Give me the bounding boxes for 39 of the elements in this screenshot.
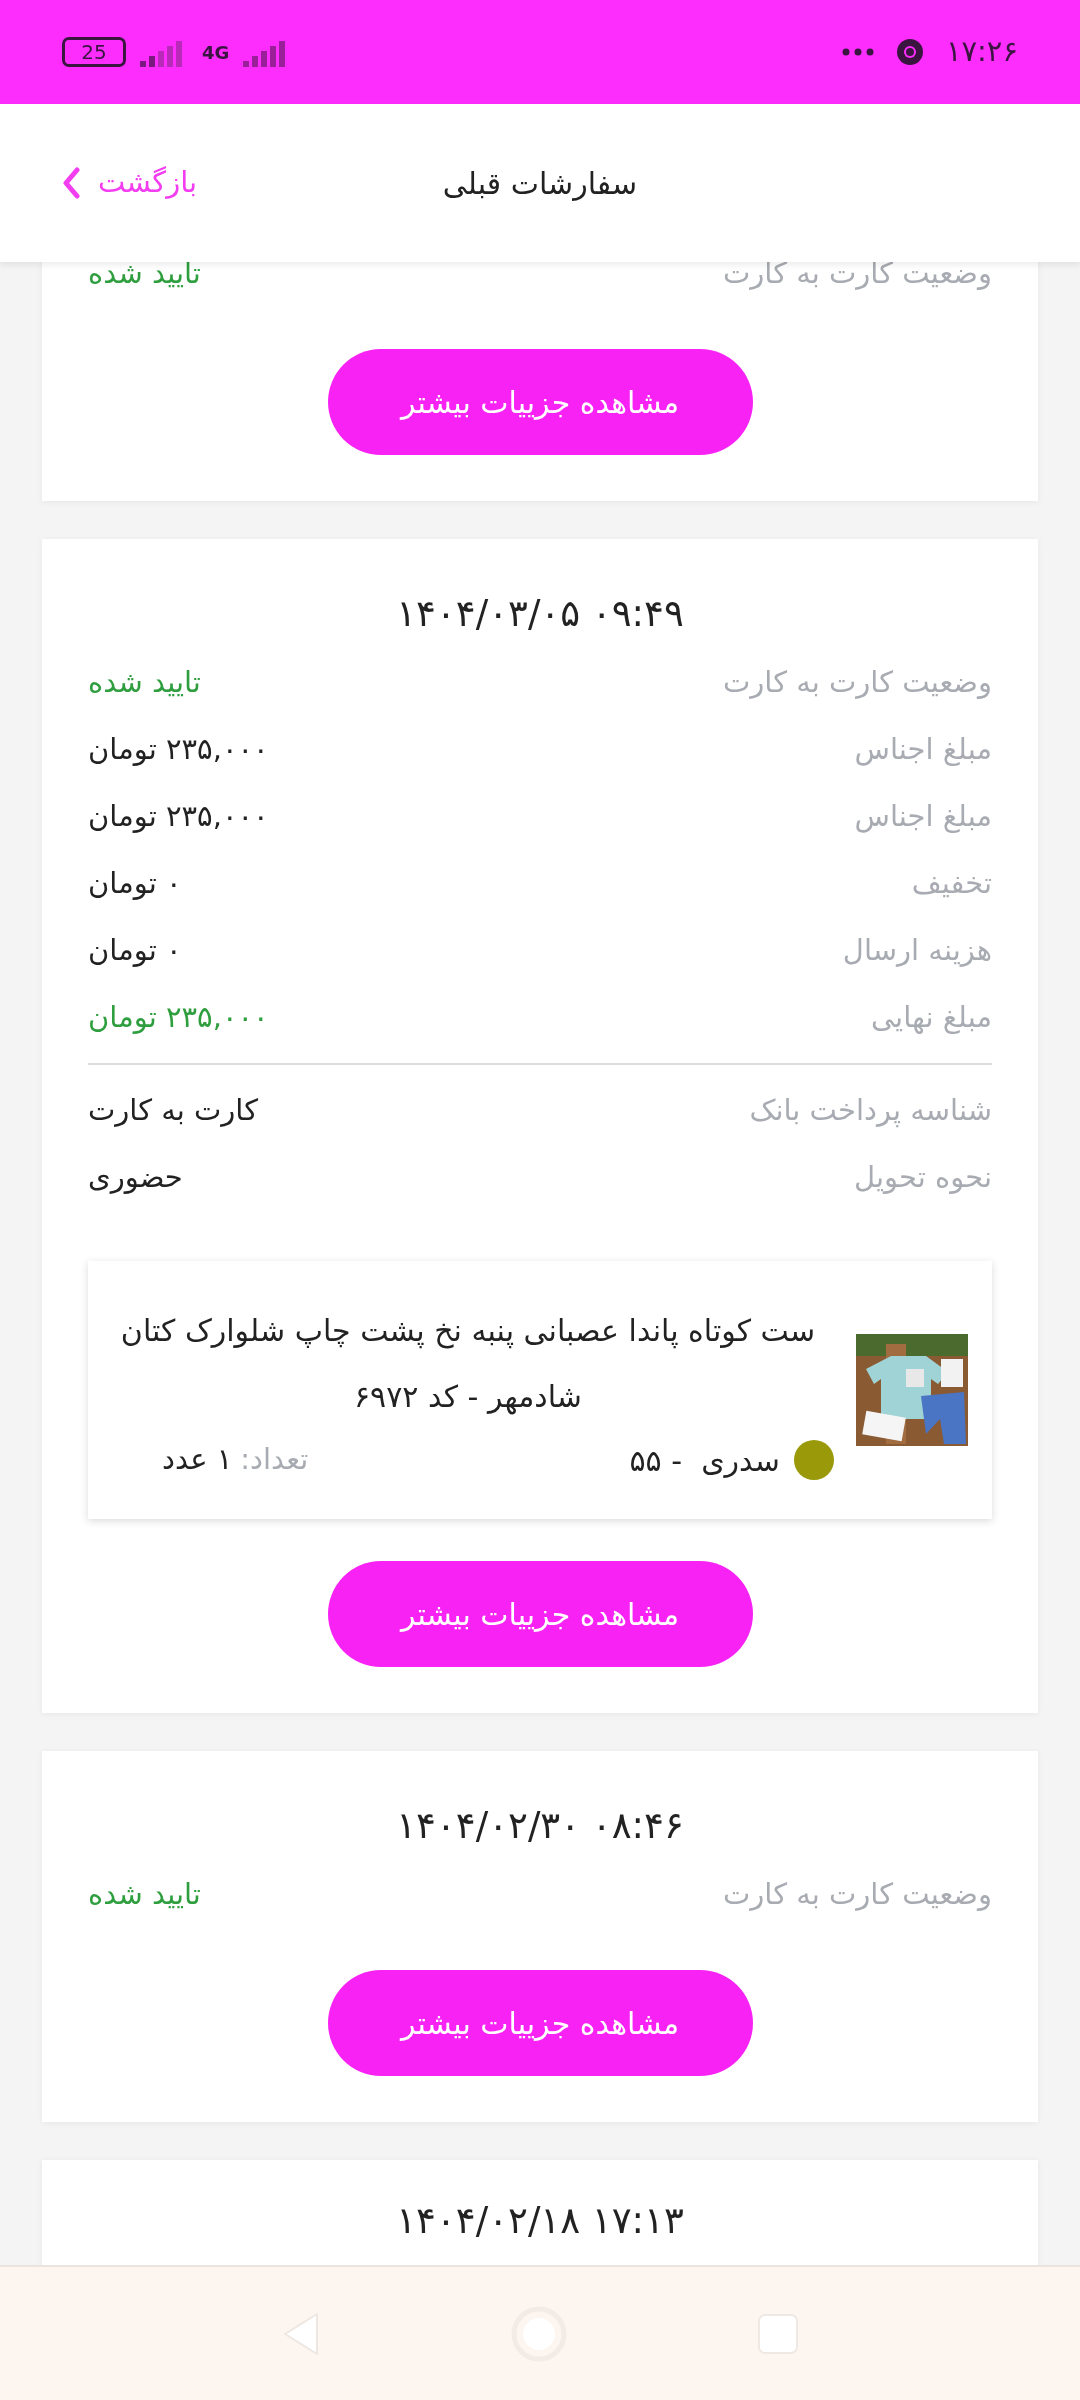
row-value: ۰ تومان (88, 864, 182, 902)
order-date: ۱۴۰۴/۰۳/۰۵ ۰۹:۴۹ (396, 591, 684, 637)
back-button[interactable]: بازگشت (62, 161, 198, 205)
network-label: 4G (202, 40, 230, 65)
chevron-icon (62, 167, 80, 199)
row-label: مبلغ اجناس (854, 730, 992, 768)
row-value: کارت به کارت (88, 1091, 258, 1129)
row-value: ۲۳۵,۰۰۰ تومان (88, 998, 269, 1036)
details-button[interactable]: مشاهده جزییات بیشتر (327, 1970, 753, 2076)
browser-icon (895, 38, 924, 66)
row-value: ۰ تومان (88, 931, 182, 969)
clock: ۱۷:۲۶ (945, 33, 1018, 71)
row-value: تایید شده (88, 663, 201, 701)
row-label: مبلغ اجناس (854, 797, 992, 835)
row-label: وضعیت کارت به کارت (723, 1875, 992, 1913)
row-value: تایید شده (88, 1875, 201, 1913)
product-title: ست کوتاه پاندا عصبانی پنبه نخ پشت چاپ شلوارک کتان شادمهر - کد ۶۹۷۲ (119, 1311, 817, 1417)
page-title: سفارشات قبلی (442, 164, 638, 203)
details-button[interactable]: مشاهده جزییات بیشتر (327, 1561, 753, 1667)
quantity-value: ۱ عدد (162, 1441, 233, 1479)
row-value: ۲۳۵,۰۰۰ تومان (88, 797, 269, 835)
quantity-label: تعداد: (240, 1441, 309, 1479)
row-value: حضوری (88, 1158, 183, 1196)
order-date: ۱۴۰۴/۰۲/۱۸ ۱۷:۱۳ (396, 2198, 684, 2244)
more-icon (841, 48, 874, 56)
product-card[interactable]: ست کوتاه پاندا عصبانی پنبه نخ پشت چاپ شلوارک کتان شادمهر - کد ۶۹۷۲ سدری - ۵۵ تعداد: ۱ عدد (88, 1261, 992, 1519)
variant-text: سدری - ۵۵ (629, 1441, 780, 1480)
row-value: ۲۳۵,۰۰۰ تومان (88, 730, 269, 768)
home-icon[interactable] (511, 2305, 567, 2362)
details-button[interactable]: مشاهده جزییات بیشتر (327, 349, 753, 455)
row-label: هزینه ارسال (842, 931, 992, 969)
order-date: ۱۴۰۴/۰۲/۳۰ ۰۸:۴۶ (396, 1803, 684, 1849)
battery-indicator: 25 (62, 37, 126, 67)
row-label: نحوه تحویل (854, 1158, 992, 1196)
row-label: مبلغ نهایی (870, 998, 992, 1036)
row-label: تخفیف (911, 864, 992, 902)
recents-icon[interactable] (757, 2312, 799, 2355)
row-label: وضعیت کارت به کارت (723, 663, 992, 701)
row-label: شناسه پرداخت بانک (749, 1091, 992, 1130)
